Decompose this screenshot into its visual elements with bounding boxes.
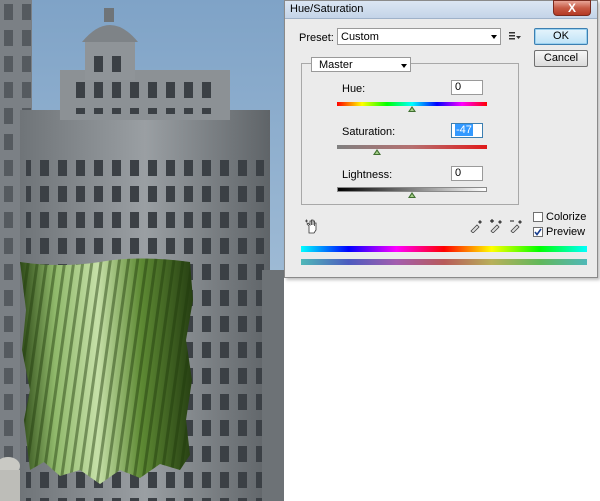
preset-dropdown[interactable]: Custom — [337, 28, 501, 45]
channel-value: Master — [319, 59, 353, 71]
color-spectrum-output — [301, 259, 587, 265]
close-button[interactable]: X — [553, 0, 591, 16]
checkmark-icon — [534, 228, 542, 236]
close-icon: X — [567, 1, 576, 15]
color-spectrum-input — [301, 246, 587, 252]
preview-checkbox[interactable] — [533, 227, 543, 237]
hue-input[interactable]: 0 — [451, 80, 483, 95]
preset-value: Custom — [341, 31, 379, 43]
canvas-image — [0, 0, 284, 501]
hand-adjust-icon[interactable] — [305, 219, 319, 235]
saturation-label: Saturation: — [342, 126, 396, 138]
lightness-input[interactable]: 0 — [451, 166, 483, 181]
eyedropper-plus-icon[interactable] — [489, 219, 503, 233]
hue-label: Hue: — [342, 83, 366, 95]
preview-label: Preview — [546, 226, 586, 238]
chevron-down-icon — [401, 64, 407, 68]
preset-options-icon[interactable] — [508, 29, 522, 43]
channel-dropdown[interactable]: Master — [311, 57, 411, 72]
saturation-slider-track[interactable] — [337, 145, 487, 149]
dialog-title: Hue/Saturation — [290, 3, 364, 15]
eyedropper-minus-icon[interactable] — [509, 219, 523, 233]
eyedropper-icon[interactable] — [469, 219, 483, 233]
colorize-label: Colorize — [546, 211, 587, 223]
saturation-slider-thumb[interactable] — [373, 149, 381, 155]
hue-saturation-dialog: Hue/Saturation X Preset: Custom OK Cance… — [284, 0, 598, 278]
title-bar[interactable]: Hue/Saturation X — [285, 0, 597, 19]
saturation-value: -47 — [455, 124, 473, 136]
saturation-input[interactable]: -47 — [451, 123, 483, 138]
preset-label: Preset: — [299, 32, 334, 44]
cancel-button[interactable]: Cancel — [534, 50, 588, 67]
colorize-checkbox[interactable] — [533, 212, 543, 222]
lightness-label: Lightness: — [342, 169, 393, 181]
chevron-down-icon — [491, 35, 497, 39]
adjustment-group — [301, 63, 519, 205]
lightness-slider-thumb[interactable] — [408, 192, 416, 198]
hue-slider-thumb[interactable] — [408, 106, 416, 112]
ok-button[interactable]: OK — [534, 28, 588, 45]
